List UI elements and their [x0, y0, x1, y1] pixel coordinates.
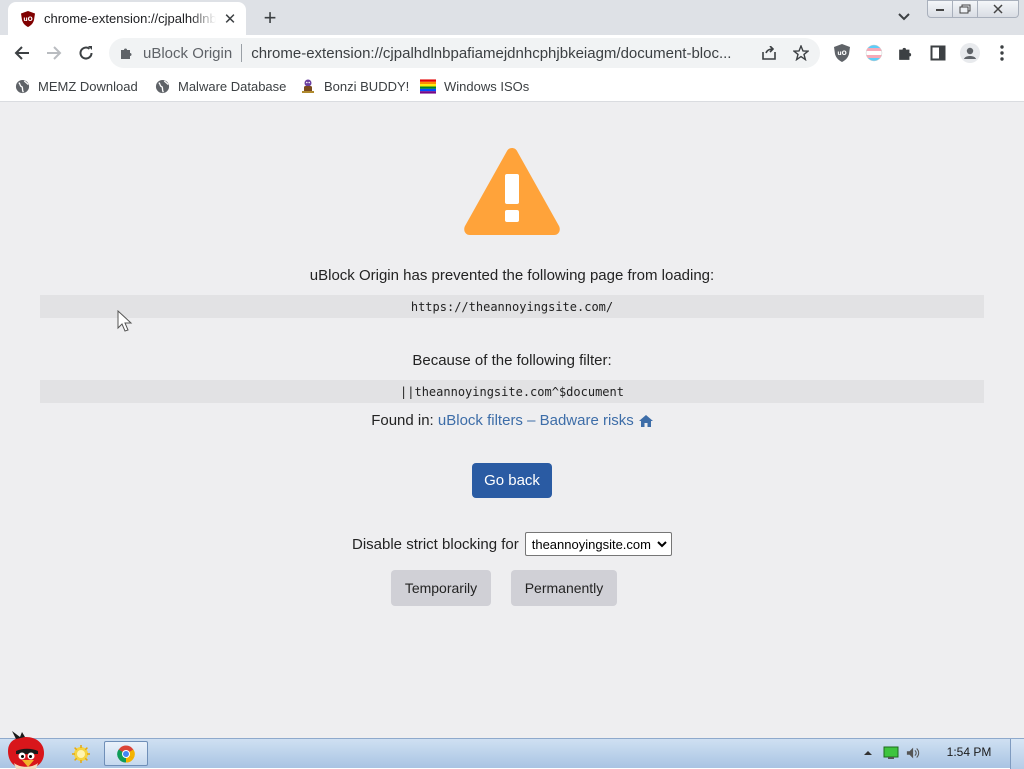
- bookmarks-bar: MEMZ Download Malware Database Bonzi BUD…: [0, 71, 1024, 102]
- window-close-button[interactable]: [977, 0, 1019, 18]
- forward-button[interactable]: [40, 39, 68, 67]
- taskbar-clock[interactable]: 1:54 PM: [938, 745, 1000, 759]
- permanently-button[interactable]: Permanently: [511, 570, 617, 606]
- share-icon[interactable]: [761, 45, 777, 61]
- omnibox-url[interactable]: chrome-extension://cjpalhdlnbpafiamejdnh…: [251, 45, 731, 62]
- window-restore-button[interactable]: [952, 0, 978, 18]
- new-tab-button[interactable]: +: [258, 5, 282, 30]
- address-bar[interactable]: uBlock Origin chrome-extension://cjpalhd…: [109, 38, 820, 68]
- temporarily-button[interactable]: Temporarily: [391, 570, 491, 606]
- go-back-button[interactable]: Go back: [472, 463, 552, 498]
- filter-list-link[interactable]: uBlock filters – Badware risks: [438, 412, 634, 429]
- tab-title: chrome-extension://cjpalhdlnbpafiamejdnh…: [44, 11, 216, 26]
- blocked-message: uBlock Origin has prevented the followin…: [309, 267, 715, 284]
- profile-avatar-icon[interactable]: [960, 43, 980, 63]
- bookmark-bonzi-buddy[interactable]: Bonzi BUDDY!: [300, 77, 409, 95]
- extensions-puzzle-icon[interactable]: [896, 43, 916, 63]
- tab-strip: uO chrome-extension://cjpalhdlnbpafiamej…: [0, 0, 1024, 35]
- explorer-icon: [72, 744, 90, 763]
- filter-message: Because of the following filter:: [412, 352, 612, 369]
- bookmark-label: MEMZ Download: [38, 78, 138, 94]
- forward-arrow-icon: [47, 46, 62, 60]
- chrome-menu-icon[interactable]: [992, 43, 1012, 63]
- show-desktop-button[interactable]: [1010, 739, 1024, 769]
- strict-domain-value: theannoyingsite.com: [531, 536, 651, 552]
- globe-icon: [14, 78, 30, 94]
- home-icon[interactable]: [638, 414, 653, 427]
- bookmark-label: Bonzi BUDDY!: [324, 78, 410, 94]
- warning-triangle-icon: [464, 148, 560, 235]
- bookmark-label: Windows ISOs: [444, 78, 530, 94]
- trans-flag-extension-icon[interactable]: [864, 43, 884, 63]
- start-button-angry-bird-icon[interactable]: [2, 731, 52, 769]
- side-panel-icon[interactable]: [928, 43, 948, 63]
- tray-expand-icon[interactable]: [860, 746, 876, 760]
- back-button[interactable]: [8, 39, 36, 67]
- browser-toolbar: uBlock Origin chrome-extension://cjpalhd…: [0, 35, 1024, 71]
- chevron-down-icon: [657, 540, 667, 548]
- network-icon[interactable]: [883, 746, 899, 760]
- back-arrow-icon: [14, 46, 29, 60]
- reload-icon: [79, 46, 93, 60]
- globe-icon: [154, 78, 170, 94]
- windows-flag-icon: [420, 78, 436, 94]
- tab-close-icon[interactable]: ✕: [222, 11, 238, 28]
- ublock-origin-icon: uO: [20, 10, 36, 27]
- bookmark-memz-download[interactable]: MEMZ Download: [14, 77, 138, 95]
- blocked-url: https://theannoyingsite.com/: [40, 295, 984, 318]
- reload-button[interactable]: [72, 39, 100, 67]
- taskbar: 1:54 PM: [0, 731, 1024, 769]
- svg-text:uO: uO: [23, 16, 32, 23]
- found-in-label: Found in:: [371, 412, 434, 429]
- strict-blocking-row: Disable strict blocking for theannoyings…: [0, 532, 1024, 556]
- window-minimize-button[interactable]: [927, 0, 953, 18]
- bookmark-label: Malware Database: [178, 78, 287, 94]
- strict-blocking-label: Disable strict blocking for: [352, 535, 519, 553]
- found-in: Found in: uBlock filters – Badware risks: [0, 412, 1024, 429]
- bonzi-icon: [300, 78, 316, 94]
- svg-text:uO: uO: [837, 50, 846, 57]
- omnibox-separator: [241, 44, 243, 62]
- ublock-extension-icon[interactable]: uO: [832, 43, 852, 63]
- tab-search-icon[interactable]: [893, 8, 915, 26]
- volume-icon[interactable]: [906, 746, 922, 760]
- extension-puzzle-icon: [119, 45, 135, 61]
- bookmark-windows-isos[interactable]: Windows ISOs: [420, 77, 529, 95]
- taskbar-chrome-button[interactable]: [104, 741, 148, 766]
- bookmark-malware-database[interactable]: Malware Database: [154, 77, 286, 95]
- blocked-page: uBlock Origin has prevented the followin…: [0, 102, 1024, 738]
- filter-rule: ||theannoyingsite.com^$document: [40, 380, 984, 403]
- bookmark-star-icon[interactable]: [793, 45, 809, 61]
- omnibox-site-name: uBlock Origin: [143, 44, 233, 62]
- strict-domain-select[interactable]: theannoyingsite.com: [524, 532, 672, 556]
- taskbar-explorer-button[interactable]: [66, 741, 96, 766]
- chrome-icon: [117, 745, 135, 763]
- browser-tab[interactable]: uO chrome-extension://cjpalhdlnbpafiamej…: [8, 2, 246, 35]
- mouse-cursor-icon: [117, 310, 133, 332]
